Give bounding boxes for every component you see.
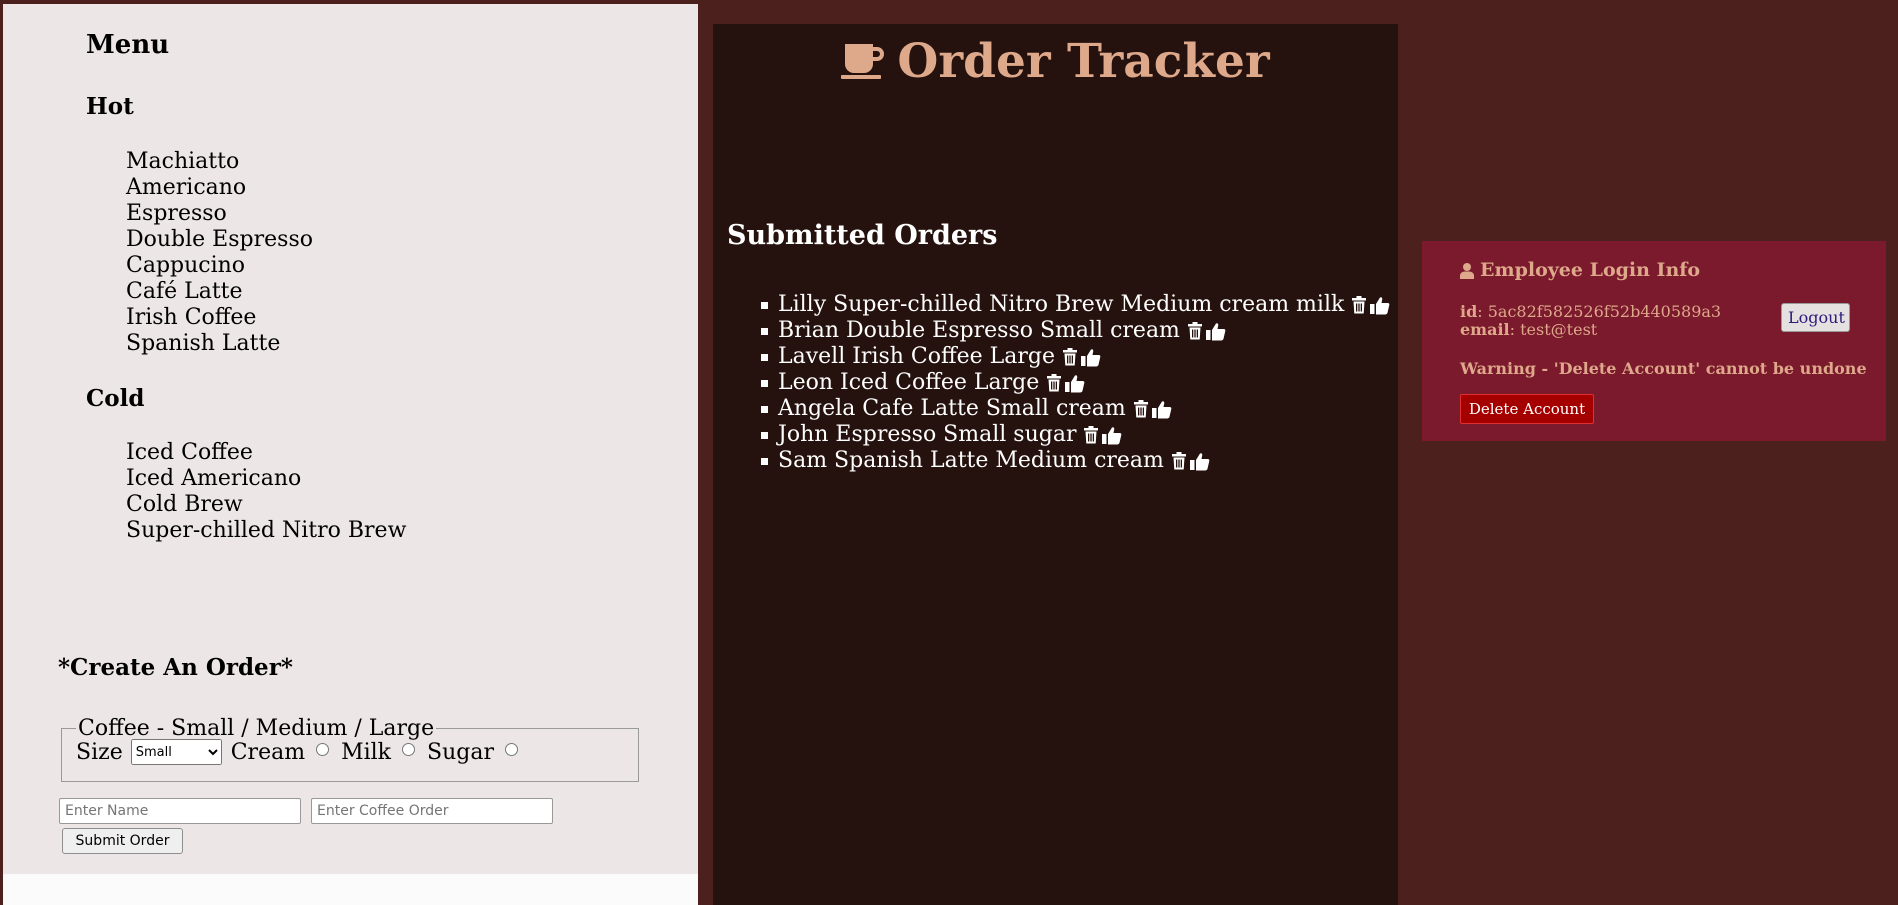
trash-icon[interactable] (1046, 374, 1062, 392)
order-text: Angela Cafe Latte Small cream (778, 396, 1126, 421)
coffee-options-fieldset: Coffee - Small / Medium / Large Size Sma… (61, 716, 639, 782)
hot-menu-list: Machiatto Americano Espresso Double Espr… (126, 149, 313, 357)
order-text: Brian Double Espresso Small cream (778, 318, 1180, 343)
menu-item: Cappucino (126, 253, 246, 278)
thumbs-up-icon[interactable] (1370, 296, 1390, 315)
page-footer-strip (3, 874, 698, 905)
size-select[interactable]: Small (130, 739, 222, 765)
options-row: Size Small Cream Milk Sugar (76, 739, 638, 765)
thumbs-up-icon[interactable] (1065, 374, 1085, 393)
order-item: Leon Iced Coffee Large (731, 370, 1390, 396)
order-text: Lilly Super-chilled Nitro Brew Medium cr… (778, 292, 1345, 317)
cold-menu-list: Iced Coffee Iced Americano Cold Brew Sup… (126, 440, 406, 544)
list-bullet (761, 327, 768, 335)
email-label: email (1460, 320, 1510, 339)
coffee-order-input[interactable] (311, 798, 553, 824)
menu-item: Machiatto (126, 149, 240, 174)
order-tracker-panel: Order Tracker Submitted Orders Lilly Sup… (713, 24, 1398, 905)
email-value: test@test (1520, 320, 1598, 339)
employee-info-panel: Employee Login Info id: 5ac82f582526f52b… (1422, 241, 1886, 441)
thumbs-up-icon[interactable] (1205, 322, 1226, 341)
trash-icon[interactable] (1187, 322, 1203, 340)
order-item: Sam Spanish Latte Medium cream (731, 448, 1390, 474)
menu-item: Spanish Latte (126, 331, 281, 356)
employee-email: email: test@test (1460, 320, 1598, 339)
name-input[interactable] (59, 798, 301, 824)
trash-icon[interactable] (1171, 452, 1187, 470)
milk-radio[interactable] (402, 742, 416, 756)
order-text: Sam Spanish Latte Medium cream (778, 448, 1164, 473)
cold-category-title: Cold (86, 385, 145, 412)
cream-label: Cream (230, 739, 306, 765)
coffee-cup-icon (841, 44, 885, 79)
id-value: 5ac82f582526f52b440589a3 (1487, 302, 1722, 321)
coffee-options-legend: Coffee - Small / Medium / Large (78, 716, 435, 741)
delete-warning: Warning - 'Delete Account' cannot be und… (1460, 359, 1867, 378)
menu-item: Irish Coffee (126, 305, 257, 330)
submitted-orders-list: Lilly Super-chilled Nitro Brew Medium cr… (731, 292, 1390, 474)
milk-label: Milk (341, 739, 392, 765)
trash-icon[interactable] (1062, 348, 1078, 366)
list-bullet (761, 301, 768, 309)
app-title-text: Order Tracker (897, 34, 1270, 89)
thumbs-up-icon[interactable] (1102, 426, 1122, 445)
order-item: Angela Cafe Latte Small cream (731, 396, 1390, 422)
sugar-label: Sugar (427, 739, 494, 765)
submit-order-button[interactable]: Submit Order (62, 828, 183, 854)
menu-item: Espresso (126, 201, 227, 226)
hot-category-title: Hot (86, 93, 134, 120)
employee-id: id: 5ac82f582526f52b440589a3 (1460, 302, 1722, 321)
order-item: John Espresso Small sugar (731, 422, 1390, 448)
order-item: Lavell Irish Coffee Large (731, 344, 1390, 370)
order-item: Lilly Super-chilled Nitro Brew Medium cr… (731, 292, 1390, 318)
thumbs-up-icon[interactable] (1151, 400, 1172, 419)
order-item: Brian Double Espresso Small cream (731, 318, 1390, 344)
trash-icon[interactable] (1133, 400, 1149, 418)
app-title: Order Tracker (713, 34, 1398, 90)
menu-panel: Menu Hot Machiatto Americano Espresso Do… (3, 4, 698, 874)
thumbs-up-icon[interactable] (1081, 348, 1101, 367)
menu-item: Cold Brew (126, 492, 243, 517)
order-text: Lavell Irish Coffee Large (778, 344, 1056, 369)
menu-item: Americano (126, 175, 247, 200)
order-text: John Espresso Small sugar (778, 422, 1077, 447)
list-bullet (761, 457, 768, 465)
sugar-radio[interactable] (504, 742, 518, 756)
delete-account-button[interactable]: Delete Account (1460, 394, 1594, 424)
menu-item: Iced Coffee (126, 440, 253, 465)
submitted-orders-title: Submitted Orders (727, 220, 998, 251)
list-bullet (761, 353, 768, 361)
id-label: id (1460, 302, 1478, 321)
list-bullet (761, 431, 768, 439)
employee-info-title-text: Employee Login Info (1480, 259, 1701, 281)
cream-radio[interactable] (316, 742, 330, 756)
thumbs-up-icon[interactable] (1189, 452, 1210, 471)
menu-item: Double Espresso (126, 227, 313, 252)
create-order-title: *Create An Order* (58, 654, 293, 681)
menu-item: Super-chilled Nitro Brew (126, 518, 407, 543)
trash-icon[interactable] (1083, 426, 1099, 444)
size-label: Size (76, 739, 123, 765)
user-icon (1460, 262, 1474, 279)
logout-button[interactable]: Logout (1781, 303, 1850, 332)
trash-icon[interactable] (1351, 296, 1367, 314)
employee-info-title: Employee Login Info (1460, 259, 1700, 281)
menu-item: Iced Americano (126, 466, 302, 491)
menu-title: Menu (86, 30, 170, 60)
list-bullet (761, 405, 768, 413)
order-text: Leon Iced Coffee Large (778, 370, 1040, 395)
list-bullet (761, 379, 768, 387)
menu-item: Café Latte (126, 279, 243, 304)
